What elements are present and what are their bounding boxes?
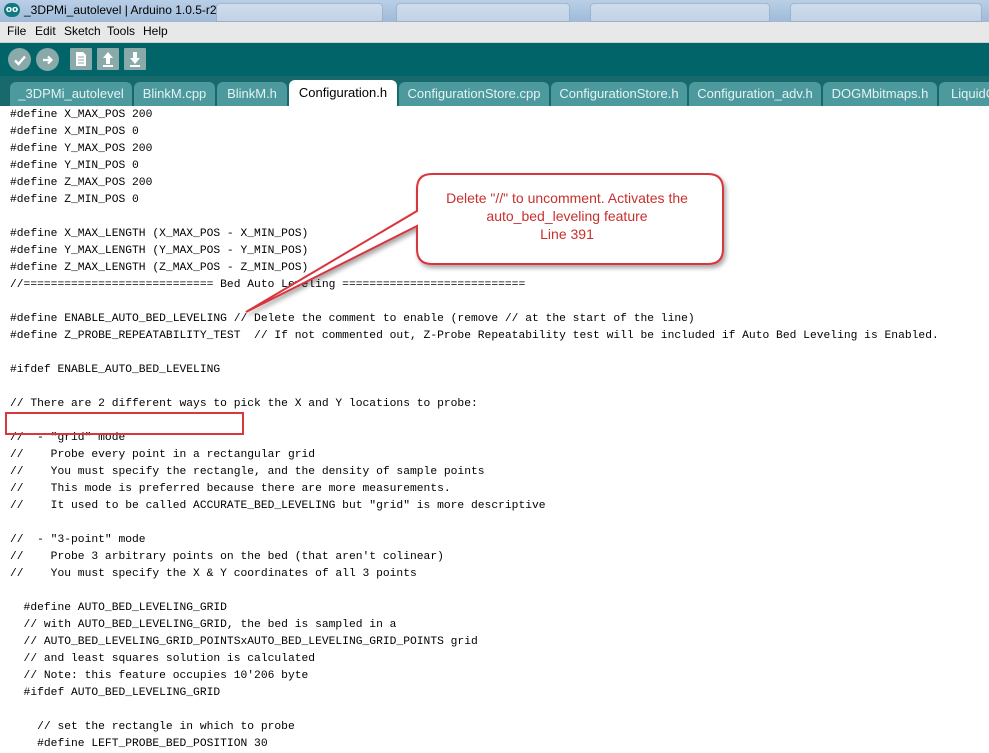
code-line: // Note: this feature occupies 10'206 by… (10, 670, 309, 682)
code-line: // It used to be called ACCURATE_BED_LEV… (10, 500, 546, 512)
menu-file[interactable]: File (7, 24, 26, 38)
toolbar (0, 43, 989, 76)
code-line: // - "3-point" mode (10, 534, 146, 546)
code-line: #ifdef ENABLE_AUTO_BED_LEVELING (10, 364, 221, 376)
new-file-icon (76, 52, 86, 66)
code-line: #define X_MAX_POS 200 (10, 109, 153, 121)
annotation-line: Line 391 (540, 226, 594, 242)
code-line: // You must specify the rectangle, and t… (10, 466, 485, 478)
code-line: // set the rectangle in which to probe (10, 721, 295, 733)
code-line: #define Y_MIN_POS 0 (10, 160, 139, 172)
background-browser-tab (216, 3, 383, 22)
code-line: // and least squares solution is calcula… (10, 653, 316, 665)
code-line: #ifdef AUTO_BED_LEVELING_GRID (10, 687, 221, 699)
open-arrow-up-icon (103, 52, 113, 67)
code-line: // You must specify the X & Y coordinate… (10, 568, 417, 580)
code-line: #define Z_PROBE_REPEATABILITY_TEST // If… (10, 330, 939, 342)
code-line: #define X_MIN_POS 0 (10, 126, 139, 138)
code-line: #define Z_MIN_POS 0 (10, 194, 139, 206)
tab-3dpmi-autolevel[interactable]: _3DPMi_autolevel (10, 82, 132, 106)
tab-blinkm-cpp[interactable]: BlinkM.cpp (134, 82, 215, 106)
upload-arrow-icon (42, 55, 53, 64)
tab-blinkm-h[interactable]: BlinkM.h (217, 82, 287, 106)
annotation-highlight-box (5, 412, 244, 435)
menu-tools[interactable]: Tools (107, 24, 135, 38)
annotation-line: Delete "//" to uncomment. Activates the (446, 190, 688, 206)
code-line: // Probe every point in a rectangular gr… (10, 449, 316, 461)
code-line: #define LEFT_PROBE_BED_POSITION 30 (10, 738, 268, 750)
save-sketch-button[interactable] (124, 48, 146, 70)
menu-edit[interactable]: Edit (35, 24, 56, 38)
menu-help[interactable]: Help (143, 24, 168, 38)
upload-button[interactable] (36, 48, 59, 71)
tab-liquidcrystal[interactable]: LiquidC (939, 82, 989, 106)
code-line: #define AUTO_BED_LEVELING_GRID (10, 602, 227, 614)
tab-configuration-h[interactable]: Configuration.h (289, 80, 397, 106)
code-line: // Probe 3 arbitrary points on the bed (… (10, 551, 444, 563)
verify-button[interactable] (8, 48, 31, 71)
annotation-text: Delete "//" to uncomment. Activates the … (414, 189, 720, 243)
code-line: #define Y_MAX_POS 200 (10, 143, 153, 155)
code-line: #define Z_MAX_POS 200 (10, 177, 153, 189)
code-line: // with AUTO_BED_LEVELING_GRID, the bed … (10, 619, 397, 631)
background-browser-tab (790, 3, 982, 22)
tab-strip: _3DPMi_autolevel BlinkM.cpp BlinkM.h Con… (0, 76, 989, 106)
tab-configurationstore-cpp[interactable]: ConfigurationStore.cpp (399, 82, 549, 106)
tab-dogmbitmaps-h[interactable]: DOGMbitmaps.h (823, 82, 937, 106)
code-line: #define X_MAX_LENGTH (X_MAX_POS - X_MIN_… (10, 228, 309, 240)
window-title: _3DPMi_autolevel | Arduino 1.0.5-r2 (24, 3, 217, 17)
code-line: // There are 2 different ways to pick th… (10, 398, 478, 410)
arduino-logo-icon: oo (4, 3, 20, 17)
code-line: #define Y_MAX_LENGTH (Y_MAX_POS - Y_MIN_… (10, 245, 309, 257)
code-line: // AUTO_BED_LEVELING_GRID_POINTSxAUTO_BE… (10, 636, 478, 648)
open-sketch-button[interactable] (97, 48, 119, 70)
code-line: #define Z_MAX_LENGTH (Z_MAX_POS - Z_MIN_… (10, 262, 309, 274)
tab-configurationstore-h[interactable]: ConfigurationStore.h (551, 82, 687, 106)
code-line: // This mode is preferred because there … (10, 483, 451, 495)
tab-configuration-adv-h[interactable]: Configuration_adv.h (689, 82, 821, 106)
code-line: //============================ Bed Auto … (10, 279, 526, 291)
background-browser-tab (590, 3, 770, 22)
new-sketch-button[interactable] (70, 48, 92, 70)
annotation-line: auto_bed_leveling feature (486, 208, 648, 224)
save-arrow-down-icon (130, 52, 140, 67)
code-line: #define ENABLE_AUTO_BED_LEVELING // Dele… (10, 313, 695, 325)
menu-sketch[interactable]: Sketch (64, 24, 101, 38)
menu-bar: File Edit Sketch Tools Help (0, 22, 989, 43)
title-bar: oo _3DPMi_autolevel | Arduino 1.0.5-r2 (0, 0, 989, 22)
verify-icon (13, 55, 26, 66)
background-browser-tab (396, 3, 570, 22)
